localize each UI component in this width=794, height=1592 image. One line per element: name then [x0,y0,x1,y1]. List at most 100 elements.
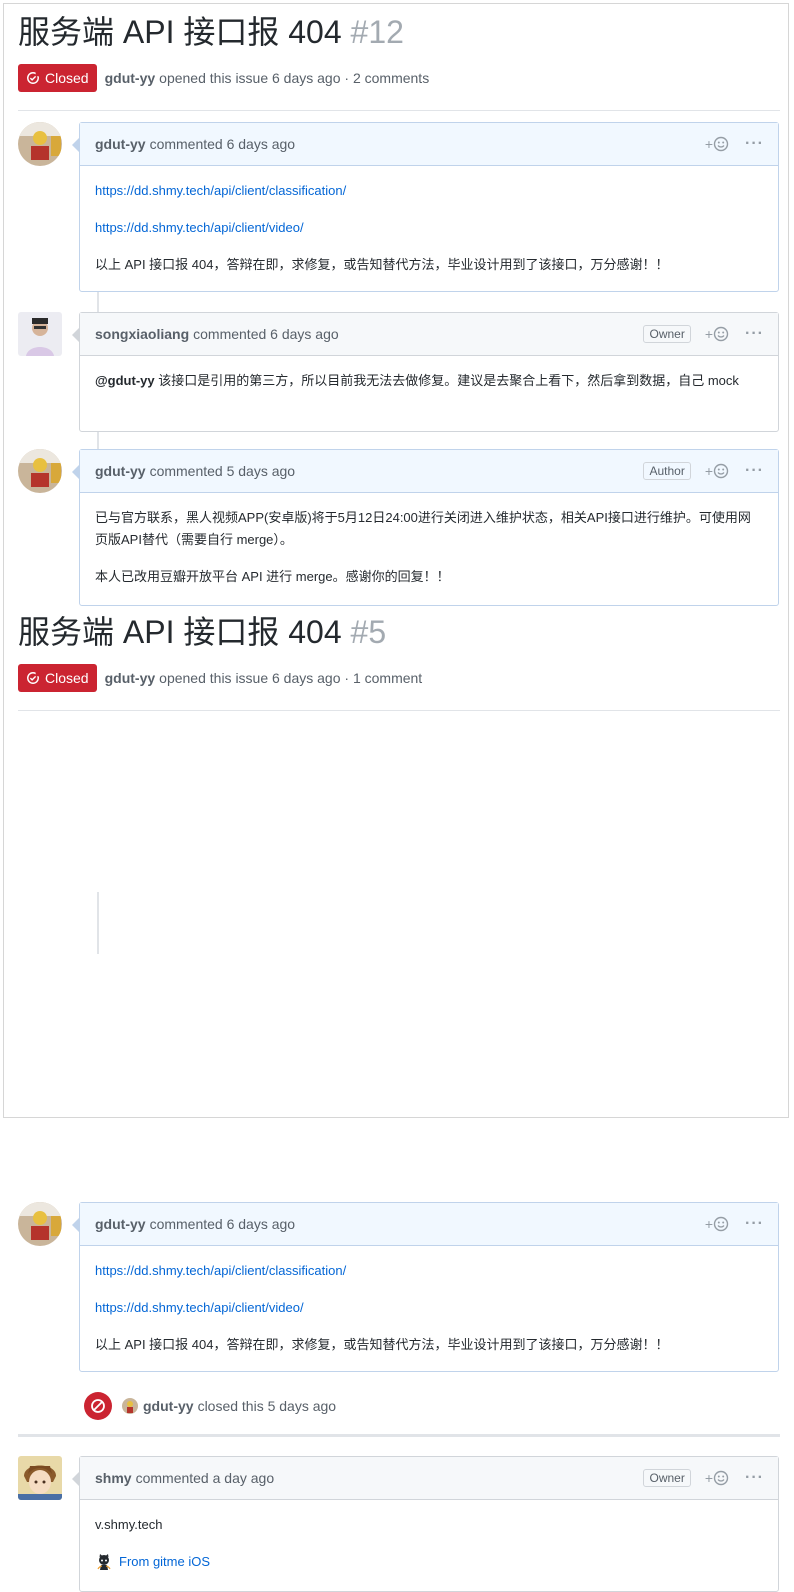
comment-box: gdut-yy commented 5 days ago Author + ··… [72,449,779,606]
comment-time[interactable]: commented 6 days ago [150,136,296,152]
comment-author[interactable]: shmy [95,1470,132,1486]
gitme-source-link[interactable]: From gitme iOS [95,1551,763,1573]
comment-header: gdut-yy commented 6 days ago + ··· [80,123,778,166]
issue-meta: Closed gdut-yy opened this issue 6 days … [18,64,780,92]
kebab-horizontal-icon[interactable]: ··· [745,1470,764,1486]
closed-event: gdut-yy closed this 5 days ago [84,1392,336,1420]
comment-text: 本人已改用豆瓣开放平台 API 进行 merge。感谢你的回复！！ [95,569,450,584]
issue-meta: Closed gdut-yy opened this issue 6 days … [18,664,780,692]
comment-author[interactable]: gdut-yy [95,463,146,479]
link-classification[interactable]: https://dd.shmy.tech/api/client/classifi… [95,1263,346,1278]
reaction-plus: + [704,1216,714,1232]
comment-body: 已与官方联系，黑人视频APP(安卓版)将于5月12日24:00进行关闭进入维护状… [80,493,778,600]
issue-opened-text: opened this issue 6 days ago · 1 comment [159,670,423,686]
event-text: closed this 5 days ago [197,1398,337,1414]
timeline-end-divider [18,1434,780,1437]
add-reaction-button[interactable]: + [705,1216,729,1232]
smiley-icon [713,463,729,479]
gitme-source-text: From gitme iOS [119,1554,211,1569]
reaction-plus: + [704,136,714,152]
comment-time[interactable]: commented 6 days ago [193,326,339,342]
avatar-shmy[interactable] [18,1456,62,1500]
issue-title: 服务端 API 接口报 404 #5 [18,614,780,650]
issue-12: 服务端 API 接口报 404 #12 Closed gdut-yy opene… [18,14,780,111]
divider [18,710,780,711]
comment-author[interactable]: songxiaoliang [95,326,189,342]
closed-state-label: Closed [45,670,89,686]
issue-opener[interactable]: gdut-yy [105,670,156,686]
smiley-icon [713,1216,729,1232]
divider [18,110,780,111]
reaction-plus: + [704,326,714,342]
comment-header: gdut-yy commented 5 days ago Author + ··… [80,450,778,493]
comment-time[interactable]: commented a day ago [136,1470,275,1486]
issue-closed-icon [27,71,40,84]
avatar-gdut-yy[interactable] [18,1202,62,1246]
avatar-gdut-yy[interactable] [18,122,62,166]
comment-body: @gdut-yy 该接口是引用的第三方，所以目前我无法去做修复。建议是去聚合上看… [80,356,778,404]
comment-text: 以上 API 接口报 404，答辩在即，求修复，或告知替代方法，毕业设计用到了该… [95,257,669,272]
kebab-horizontal-icon[interactable]: ··· [745,326,764,342]
comment-body: https://dd.shmy.tech/api/client/classifi… [80,1246,778,1368]
add-reaction-button[interactable]: + [705,136,729,152]
link-classification[interactable]: https://dd.shmy.tech/api/client/classifi… [95,183,346,198]
issue-opened-text: opened this issue 6 days ago · 2 comment… [159,70,430,86]
comment-box: gdut-yy commented 6 days ago + ··· https… [72,122,779,292]
comment-time[interactable]: commented 6 days ago [150,1216,296,1232]
issue-closed-icon [27,671,40,684]
comment-author[interactable]: gdut-yy [95,136,146,152]
smiley-icon [713,1470,729,1486]
link-video[interactable]: https://dd.shmy.tech/api/client/video/ [95,220,304,235]
octocat-icon [97,1554,111,1570]
kebab-horizontal-icon[interactable]: ··· [745,463,764,479]
avatar-songxiaoliang[interactable] [18,312,62,356]
issue-title-text: 服务端 API 接口报 404 [18,614,342,650]
issue-number[interactable]: #12 [351,14,404,50]
smiley-icon [713,326,729,342]
comment-box: songxiaoliang commented 6 days ago Owner… [72,312,779,432]
comment-body: v.shmy.tech From gitme iOS [80,1500,778,1585]
add-reaction-button[interactable]: + [705,326,729,342]
link-video[interactable]: https://dd.shmy.tech/api/client/video/ [95,1300,304,1315]
avatar-photo-image [18,312,62,356]
circle-slash-icon [84,1392,112,1420]
event-actor[interactable]: gdut-yy [143,1398,194,1414]
issue-number[interactable]: #5 [351,614,387,650]
reaction-plus: + [704,463,714,479]
comment-text: 该接口是引用的第三方，所以目前我无法去做修复。建议是去聚合上看下，然后拿到数据，… [154,373,739,388]
smiley-icon [713,136,729,152]
comment-text: v.shmy.tech [95,1517,163,1532]
comment-author[interactable]: gdut-yy [95,1216,146,1232]
closed-state-label: Closed [45,70,89,86]
issue-5-thread: gdut-yy commented 6 days ago + ··· https… [18,1202,780,1592]
add-reaction-button[interactable]: + [705,1470,729,1486]
owner-badge: Owner [643,1469,691,1487]
comment-time[interactable]: commented 5 days ago [150,463,296,479]
closed-state-badge: Closed [18,64,97,92]
kebab-horizontal-icon[interactable]: ··· [745,1216,764,1232]
avatar-lego-image [18,449,62,493]
kebab-horizontal-icon[interactable]: ··· [745,136,764,152]
user-mention[interactable]: @gdut-yy [95,373,155,388]
avatar-lego-image [18,1202,62,1246]
comment-text: 以上 API 接口报 404，答辩在即，求修复，或告知替代方法，毕业设计用到了该… [95,1337,669,1352]
issue-5: 服务端 API 接口报 404 #5 Closed gdut-yy opened… [18,614,780,711]
comment-header: songxiaoliang commented 6 days ago Owner… [80,313,778,356]
comment-body: https://dd.shmy.tech/api/client/classifi… [80,166,778,288]
comment-header: shmy commented a day ago Owner + ··· [80,1457,778,1500]
closed-state-badge: Closed [18,664,97,692]
timeline-line [97,892,99,954]
avatar-lego-image [18,122,62,166]
author-badge: Author [643,462,691,480]
avatar-gdut-yy-small[interactable] [122,1398,138,1414]
avatar-anime-image [18,1456,62,1500]
reaction-plus: + [704,1470,714,1486]
comment-text: 已与官方联系，黑人视频APP(安卓版)将于5月12日24:00进行关闭进入维护状… [95,510,751,547]
issue-opener[interactable]: gdut-yy [105,70,156,86]
owner-badge: Owner [643,325,691,343]
issue-title-text: 服务端 API 接口报 404 [18,14,342,50]
add-reaction-button[interactable]: + [705,463,729,479]
avatar-gdut-yy[interactable] [18,449,62,493]
issue-title: 服务端 API 接口报 404 #12 [18,14,780,50]
comment-box: shmy commented a day ago Owner + ··· v.s… [72,1456,779,1592]
